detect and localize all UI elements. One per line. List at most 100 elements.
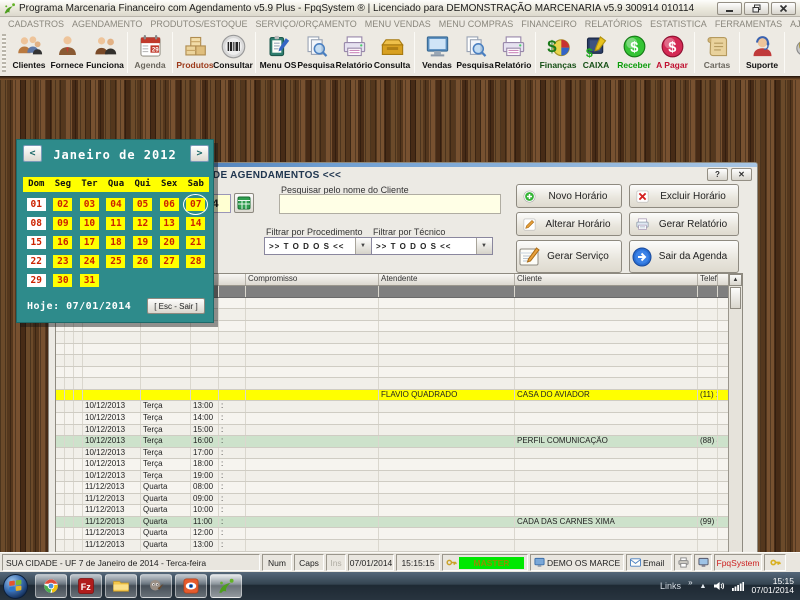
taskbar-fpqsystem-button[interactable]: [210, 574, 242, 598]
gerar-relatorio-button[interactable]: Gerar Relatório: [629, 212, 739, 236]
toolbar-produtos[interactable]: Produtos: [176, 32, 214, 71]
calendar-day[interactable]: 05: [133, 198, 152, 211]
table-row[interactable]: 10/12/2013Terça17:00:: [56, 448, 728, 460]
gerar-servico-button[interactable]: Gerar Serviço: [516, 240, 622, 273]
toolbar-menu-os[interactable]: Menu OS: [259, 32, 297, 71]
calendar-day[interactable]: 26: [133, 255, 152, 268]
menu-item-relatorios[interactable]: RELATÓRIOS: [581, 19, 646, 29]
table-row[interactable]: [56, 355, 728, 367]
tray-expand-icon[interactable]: ▲: [700, 583, 707, 590]
calendar-day[interactable]: 17: [80, 236, 99, 249]
table-row[interactable]: 10/12/2013Terça15:00:: [56, 425, 728, 437]
calendar-day[interactable]: 10: [80, 217, 99, 230]
menu-item-servico-orcamento[interactable]: SERVIÇO/ORÇAMENTO: [252, 19, 361, 29]
start-button[interactable]: [3, 574, 28, 599]
table-row[interactable]: 11/12/2013Quarta11:00:CADA DAS CARNES XI…: [56, 517, 728, 529]
calendar-day[interactable]: 29: [27, 274, 46, 287]
toolbar-caixa[interactable]: $CAIXA: [577, 32, 615, 71]
toolbar-suporte[interactable]: Suporte: [743, 32, 781, 71]
table-row[interactable]: 11/12/2013Quarta12:00:: [56, 528, 728, 540]
end-date-calendar-button[interactable]: [234, 193, 254, 213]
toolbar-fornece[interactable]: Fornece: [48, 32, 86, 71]
menu-item-cadastros[interactable]: CADASTROS: [4, 19, 68, 29]
calendar-day[interactable]: 18: [106, 236, 125, 249]
toolbar-pesquisa[interactable]: Pesquisa: [297, 32, 335, 71]
calendar-day[interactable]: 04: [106, 198, 125, 211]
table-row[interactable]: 10/12/2013Terça14:00:: [56, 413, 728, 425]
taskbar-viewer-button[interactable]: [175, 574, 207, 598]
calendar-day[interactable]: 31: [80, 274, 99, 287]
table-row[interactable]: [56, 344, 728, 356]
menu-item-menu-vendas[interactable]: MENU VENDAS: [361, 19, 435, 29]
calendar-esc-button[interactable]: [ Esc - Sair ]: [147, 298, 205, 314]
table-row[interactable]: FLAVIO QUADRADOCASA DO AVIADOR(11) 1111: [56, 390, 728, 402]
calendar-day[interactable]: 08: [27, 217, 46, 230]
calendar-day[interactable]: 28: [186, 255, 205, 268]
calendar-day[interactable]: 25: [106, 255, 125, 268]
sair-da-agenda-button[interactable]: Sair da Agenda: [629, 240, 739, 273]
scroll-up-icon[interactable]: ▲: [729, 274, 742, 286]
table-row[interactable]: [56, 378, 728, 390]
novo-horario-button[interactable]: Novo Horário: [516, 184, 622, 208]
menu-item-produtos-estoque[interactable]: PRODUTOS/ESTOQUE: [146, 19, 251, 29]
calendar-day[interactable]: 06: [160, 198, 179, 211]
table-row[interactable]: 10/12/2013Terça16:00:PERFIL COMUNICAÇÃO(…: [56, 436, 728, 448]
vertical-scrollbar[interactable]: ▲ ▼: [728, 274, 742, 568]
toolbar-funciona[interactable]: Funciona: [86, 32, 124, 71]
table-row[interactable]: 11/12/2013Quarta10:00:: [56, 505, 728, 517]
calendar-day[interactable]: 11: [106, 217, 125, 230]
panel-help-button[interactable]: ?: [707, 168, 728, 181]
table-row[interactable]: [56, 367, 728, 379]
excluir-horario-button[interactable]: Excluir Horário: [629, 184, 739, 208]
calendar-day[interactable]: 14: [186, 217, 205, 230]
calendar-day[interactable]: 20: [160, 236, 179, 249]
toolbar-relatorio[interactable]: Relatório: [494, 32, 532, 71]
calendar-day[interactable]: 01: [27, 198, 46, 211]
alterar-horario-button[interactable]: Alterar Horário: [516, 212, 622, 236]
toolbar-agenda[interactable]: 29Agenda: [131, 32, 169, 71]
toolbar-pesquisa[interactable]: Pesquisa: [456, 32, 494, 71]
menu-item-agendamento[interactable]: AGENDAMENTO: [68, 19, 146, 29]
calendar-day[interactable]: 30: [53, 274, 72, 287]
taskbar-filezilla-button[interactable]: Fz: [70, 574, 102, 598]
calendar-day[interactable]: 23: [53, 255, 72, 268]
calendar-day[interactable]: 07: [186, 198, 205, 211]
calendar-day[interactable]: 13: [160, 217, 179, 230]
technician-filter-select[interactable]: >> T O D O S << ▼: [371, 237, 493, 255]
calendar-day[interactable]: 21: [186, 236, 205, 249]
calendar-day[interactable]: 27: [160, 255, 179, 268]
calendar-next-button[interactable]: >: [190, 145, 209, 162]
client-search-input[interactable]: [279, 194, 501, 214]
taskbar-clock[interactable]: 15:15 07/01/2014: [751, 577, 794, 596]
calendar-day[interactable]: 03: [80, 198, 99, 211]
calendar-day[interactable]: 09: [53, 217, 72, 230]
speaker-icon[interactable]: [713, 580, 725, 592]
calendar-day[interactable]: 22: [27, 255, 46, 268]
links-toolbar[interactable]: Links: [660, 581, 681, 591]
calendar-day[interactable]: 02: [53, 198, 72, 211]
taskbar-gimp-button[interactable]: [140, 574, 172, 598]
toolbar-a-pagar[interactable]: $A Pagar: [653, 32, 691, 71]
toolbar-consultar[interactable]: Consultar: [214, 32, 252, 71]
calendar-day[interactable]: 19: [133, 236, 152, 249]
table-row[interactable]: 10/12/2013Terça18:00:: [56, 459, 728, 471]
toolbar-financas[interactable]: $Finanças: [539, 32, 577, 71]
table-row[interactable]: 11/12/2013Quarta08:00:: [56, 482, 728, 494]
taskbar-chrome-button[interactable]: [35, 574, 67, 598]
calendar-day[interactable]: 16: [53, 236, 72, 249]
menu-item-financeiro[interactable]: FINANCEIRO: [517, 19, 581, 29]
toolbar-cartas[interactable]: Cartas: [698, 32, 736, 71]
procedure-filter-select[interactable]: >> T O D O S << ▼: [264, 237, 372, 255]
calendar-day[interactable]: 12: [133, 217, 152, 230]
panel-close-button[interactable]: ✕: [731, 168, 752, 181]
menu-item-ferramentas[interactable]: FERRAMENTAS: [711, 19, 786, 29]
toolbar-receber[interactable]: $Receber: [615, 32, 653, 71]
table-row[interactable]: 11/12/2013Quarta13:00:: [56, 540, 728, 552]
table-row[interactable]: 10/12/2013Terça13:00:: [56, 401, 728, 413]
scrollbar-thumb[interactable]: [730, 287, 741, 309]
close-button[interactable]: [771, 2, 796, 15]
menu-item-menu-compras[interactable]: MENU COMPRAS: [435, 19, 518, 29]
calendar-day[interactable]: 24: [80, 255, 99, 268]
table-row[interactable]: 10/12/2013Terça19:00:: [56, 471, 728, 483]
toolbar-coin-icon[interactable]: $: [788, 32, 800, 61]
